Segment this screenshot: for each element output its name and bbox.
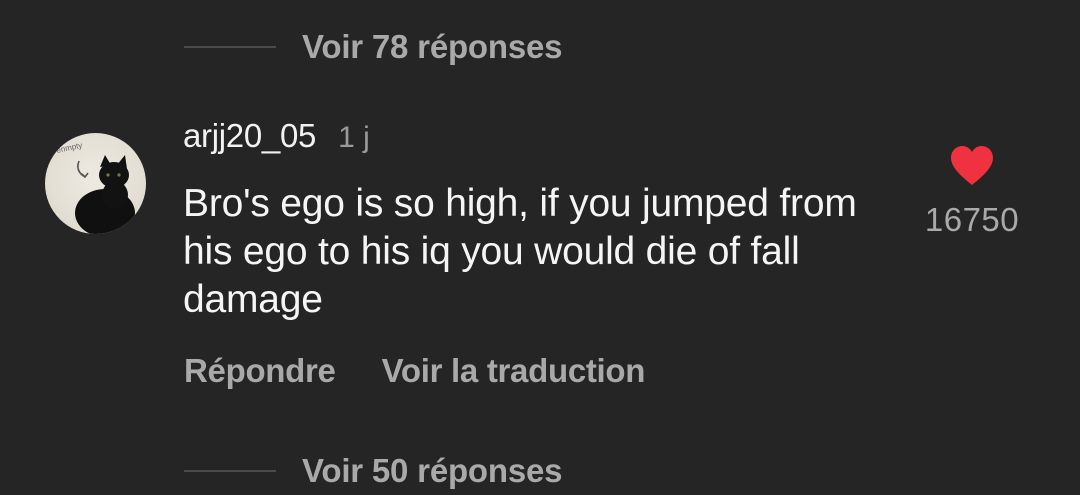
avatar[interactable]: enmpty	[45, 133, 146, 234]
reply-button[interactable]: Répondre	[184, 352, 336, 390]
view-replies-top-button[interactable]: Voir 78 réponses	[184, 24, 563, 70]
comment-text: Bro's ego is so high, if you jumped from…	[183, 182, 857, 321]
replies-divider-line	[184, 470, 276, 472]
comment-actions: Répondre Voir la traduction	[184, 348, 645, 394]
view-replies-top-label: Voir 78 réponses	[302, 28, 563, 65]
comment-header: arjj20_05 1 j	[183, 117, 370, 163]
like-section: 16750	[917, 145, 1027, 239]
replies-divider-line	[184, 46, 276, 48]
see-translation-button[interactable]: Voir la traduction	[382, 352, 646, 390]
black-cat-avatar-image: enmpty	[56, 141, 135, 234]
avatar-caption: enmpty	[56, 141, 84, 155]
view-replies-bottom-button[interactable]: Voir 50 réponses	[184, 448, 563, 494]
heart-icon[interactable]	[949, 145, 995, 187]
view-replies-bottom-label: Voir 50 réponses	[302, 452, 563, 489]
username-link[interactable]: arjj20_05	[183, 117, 316, 155]
comment-thread: Voir 78 réponses enmpty arjj20_05 1 j Br…	[0, 0, 1080, 495]
like-count: 16750	[924, 201, 1020, 238]
comment-timestamp: 1 j	[338, 121, 370, 154]
